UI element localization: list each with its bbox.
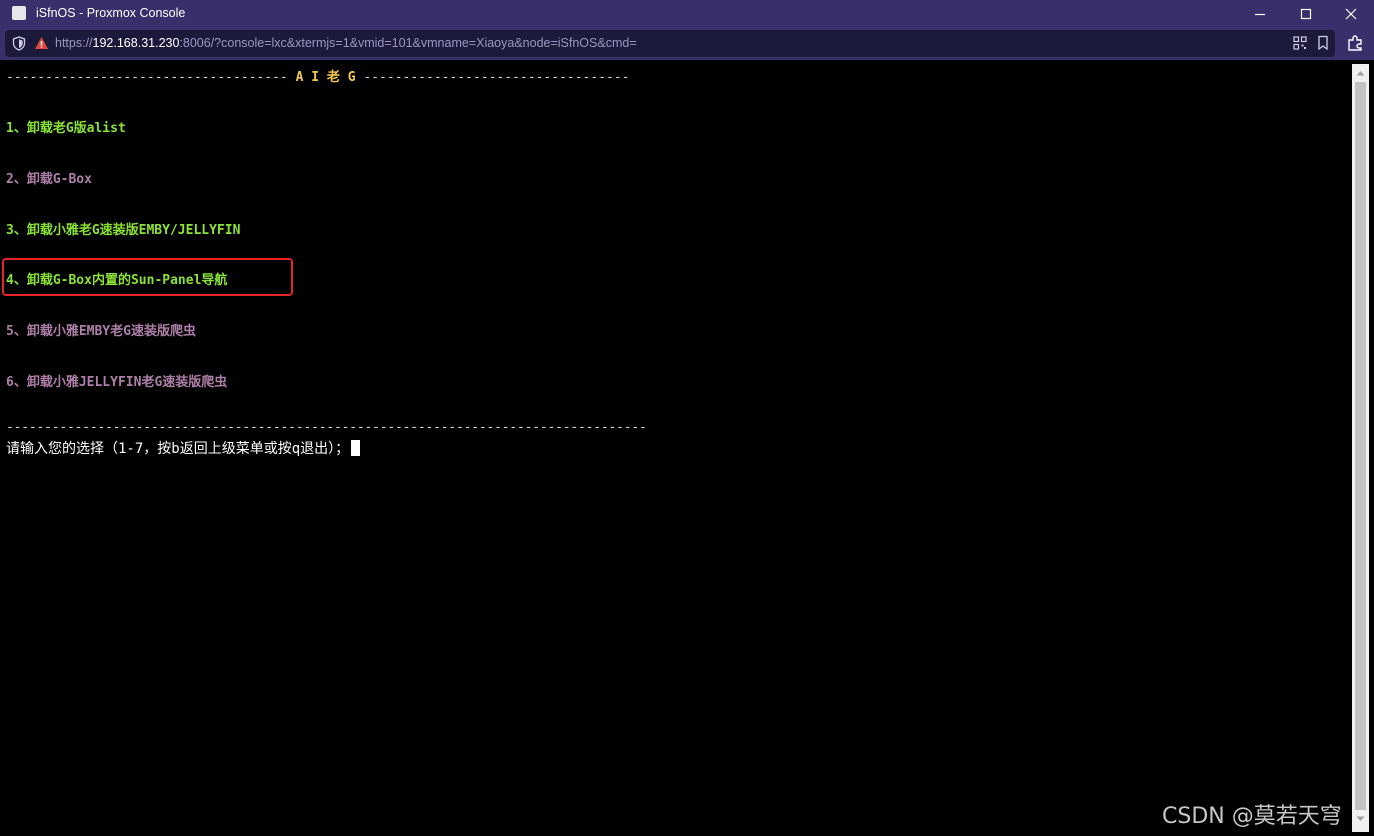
menu-item-2: 2、卸载G-Box — [6, 172, 92, 187]
menu-title: A I 老 G — [295, 70, 356, 85]
bookmark-icon[interactable] — [1317, 35, 1329, 51]
scroll-up-arrow-icon[interactable] — [1356, 70, 1365, 76]
minimize-button[interactable] — [1237, 0, 1283, 28]
minimize-icon — [1255, 13, 1265, 16]
window-title-bar: iSfnOS - Proxmox Console — [0, 0, 1374, 28]
terminal-cursor — [351, 440, 361, 456]
url-text[interactable]: https://192.168.31.230:8006/?console=lxc… — [55, 36, 637, 50]
prompt-text: 请输入您的选择（1-7，按b返回上级菜单或按q退出）； — [6, 441, 350, 457]
header-rule-right: ---------------------------------- — [363, 70, 630, 85]
menu-item-5: 5、卸载小雅EMBY老G速装版爬虫 — [6, 324, 196, 339]
menu-footer-rule: ----------------------------------------… — [6, 420, 647, 435]
menu-item-3: 3、卸载小雅老G速装版EMBY/JELLYFIN — [6, 223, 241, 238]
csdn-watermark: CSDN @莫若天穹 — [1162, 804, 1342, 829]
header-rule-left: ------------------------------------ — [6, 70, 288, 85]
qr-code-icon[interactable] — [1293, 36, 1307, 50]
address-bar: https://192.168.31.230:8006/?console=lxc… — [0, 28, 1374, 60]
input-prompt[interactable]: 请输入您的选择（1-7，按b返回上级菜单或按q退出）； — [6, 438, 361, 458]
shield-icon[interactable] — [12, 36, 26, 51]
insecure-warning-icon[interactable] — [34, 36, 49, 50]
scrollbar-thumb[interactable] — [1355, 82, 1366, 810]
close-icon — [1345, 8, 1357, 20]
app-icon — [12, 6, 26, 20]
url-scheme: https:// — [55, 36, 93, 50]
menu-header: ------------------------------------ A I… — [6, 66, 630, 85]
url-host: 192.168.31.230 — [92, 36, 180, 50]
terminal-scrollbar[interactable] — [1352, 64, 1369, 832]
window-title: iSfnOS - Proxmox Console — [36, 6, 186, 20]
maximize-button[interactable] — [1283, 0, 1329, 28]
menu-item-6: 6、卸载小雅JELLYFIN老G速装版爬虫 — [6, 375, 228, 390]
url-path: :8006/?console=lxc&xtermjs=1&vmid=101&vm… — [179, 36, 637, 50]
menu-item-1: 1、卸载老G版alist — [6, 121, 126, 136]
extensions-icon[interactable] — [1346, 34, 1364, 52]
scroll-down-arrow-icon[interactable] — [1356, 816, 1365, 822]
maximize-icon — [1300, 8, 1312, 20]
highlight-annotation-box — [2, 258, 293, 296]
url-field[interactable]: https://192.168.31.230:8006/?console=lxc… — [5, 30, 1335, 57]
terminal-screen[interactable]: ------------------------------------ A I… — [0, 60, 1352, 836]
close-window-button[interactable] — [1328, 0, 1374, 28]
